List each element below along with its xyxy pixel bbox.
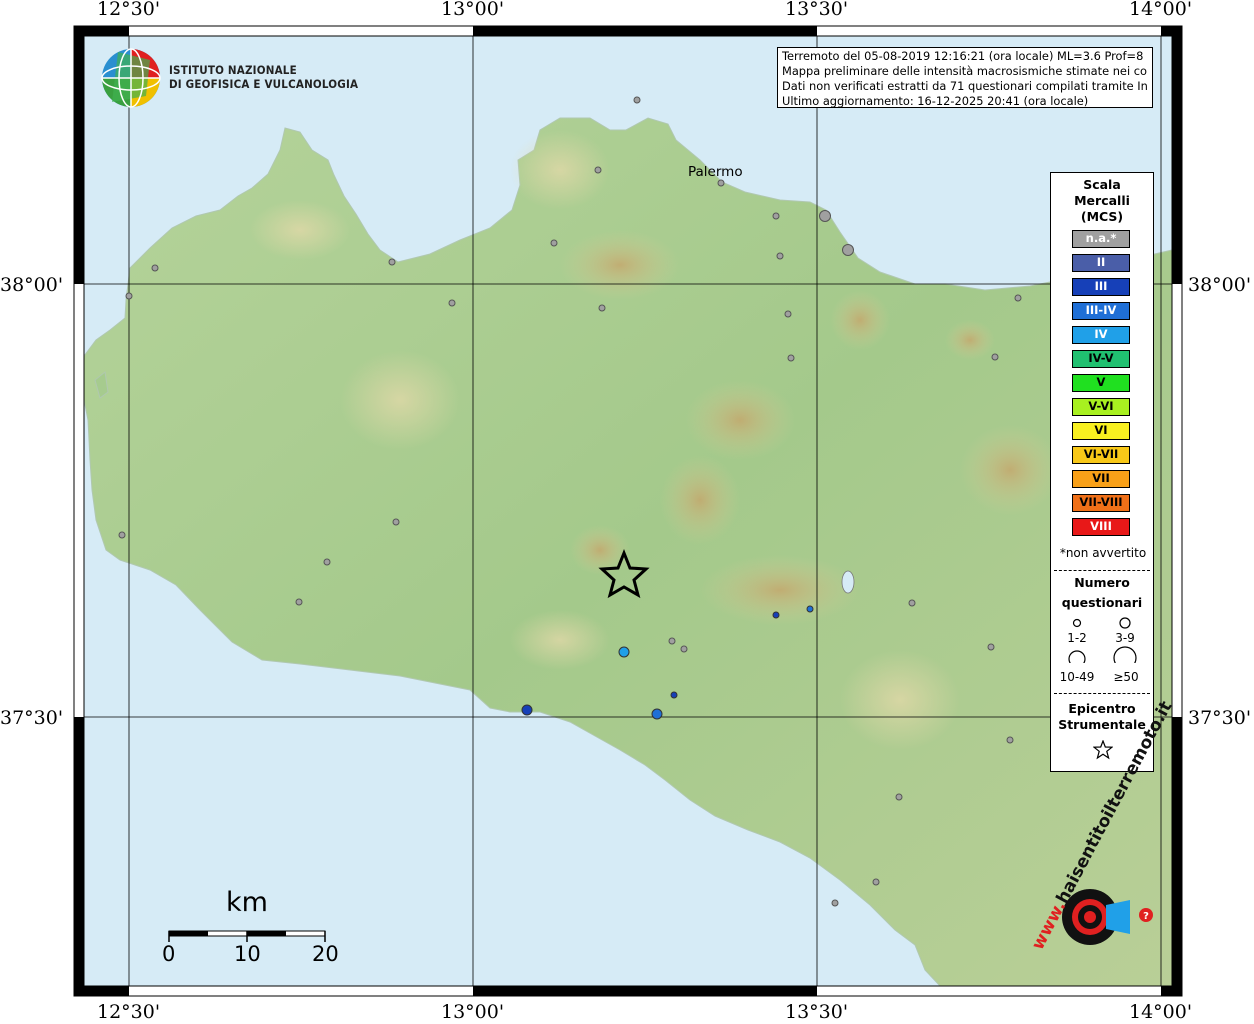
legend-separator xyxy=(1054,570,1150,571)
lon-label-top-1330: 13°30' xyxy=(785,0,849,20)
legend-swatch-vii-viii: VII-VIII xyxy=(1072,494,1130,512)
legend-swatch-vi-vii: VI-VII xyxy=(1072,446,1130,464)
lat-label-right-3730: 37°30' xyxy=(1188,707,1252,729)
legend-swatch-v-vi: V-VI xyxy=(1072,398,1130,416)
legend-count-3-9: 3-9 xyxy=(1115,631,1135,645)
legend-count-title1: Numero xyxy=(1074,575,1130,590)
intensity-legend: Scala Mercalli (MCS) n.a.* II III III-IV IV I… xyxy=(1050,172,1154,772)
event-info-line4: Ultimo aggiornamento: 16-12-2025 20:41 (… xyxy=(782,94,1089,108)
legend-star-icon xyxy=(1093,740,1113,760)
legend-swatch-iv: IV xyxy=(1072,326,1130,344)
event-info-line3: Dati non verificati estratti da 71 quest… xyxy=(782,79,1148,93)
lon-label-top-1400: 14°00' xyxy=(1129,0,1193,20)
lon-label-bottom-1300: 13°00' xyxy=(441,1001,505,1023)
legend-epi-title1: Epicentro xyxy=(1068,701,1136,716)
scale-bar-tick-0: 0 xyxy=(162,942,176,966)
legend-count-1-2: 1-2 xyxy=(1067,631,1087,645)
legend-swatch-v: V xyxy=(1072,374,1130,392)
lon-label-bottom-1230: 12°30' xyxy=(97,1001,161,1023)
event-info-line1: Terremoto del 05-08-2019 12:16:21 (ora l… xyxy=(782,49,1148,63)
ingv-logo-globe xyxy=(101,48,161,108)
legend-count-10-49: 10-49 xyxy=(1059,670,1095,684)
lat-label-left-3730: 37°30' xyxy=(0,707,64,729)
lon-label-top-1230: 12°30' xyxy=(97,0,161,20)
legend-swatch-vii: VII xyxy=(1072,470,1130,488)
lon-label-bottom-1330: 13°30' xyxy=(785,1001,849,1023)
scale-bar-tick-10: 10 xyxy=(234,942,261,966)
ingv-logo-line2: DI GEOFISICA E VULCANOLOGIA xyxy=(169,77,359,91)
legend-separator-2 xyxy=(1054,693,1150,694)
legend-swatch-ii: II xyxy=(1072,254,1130,272)
legend-note: *non avvertito xyxy=(1059,546,1147,560)
legend-swatch-iv-v: IV-V xyxy=(1072,350,1130,368)
city-label-palermo: Palermo xyxy=(688,164,743,180)
legend-title-line1: Scala xyxy=(1083,177,1121,192)
lat-label-right-3800: 38°00' xyxy=(1188,274,1252,296)
legend-swatch-iii: III xyxy=(1072,278,1130,296)
event-info-line2: Mappa preliminare delle intensità macros… xyxy=(782,64,1148,78)
lat-label-left-3800: 38°00' xyxy=(0,274,64,296)
ingv-logo-text: ISTITUTO NAZIONALE DI GEOFISICA E VULCAN… xyxy=(169,63,358,91)
legend-swatch-vi: VI xyxy=(1072,422,1130,440)
ingv-logo-line1: ISTITUTO NAZIONALE xyxy=(169,63,297,77)
legend-count-50-plus: ≥50 xyxy=(1113,670,1139,684)
legend-epi-title2: Strumentale xyxy=(1058,717,1146,732)
legend-swatch-n-a: n.a.* xyxy=(1072,230,1130,248)
lon-label-top-1300: 13°00' xyxy=(441,0,505,20)
lon-label-bottom-1400: 14°00' xyxy=(1129,1001,1193,1023)
legend-title-line2: Mercalli xyxy=(1074,193,1130,208)
scale-bar-unit: km xyxy=(226,887,268,918)
scale-bar-tick-20: 20 xyxy=(312,942,339,966)
svg-text:?: ? xyxy=(1143,911,1149,922)
legend-count-title2: questionari xyxy=(1061,595,1143,610)
legend-swatch-iii-iv: III-IV xyxy=(1072,302,1130,320)
event-info-box: Terremoto del 05-08-2019 12:16:21 (ora l… xyxy=(777,47,1153,108)
legend-swatch-viii: VIII xyxy=(1072,518,1130,536)
legend-title-line3: (MCS) xyxy=(1080,209,1124,224)
lake xyxy=(841,570,855,594)
